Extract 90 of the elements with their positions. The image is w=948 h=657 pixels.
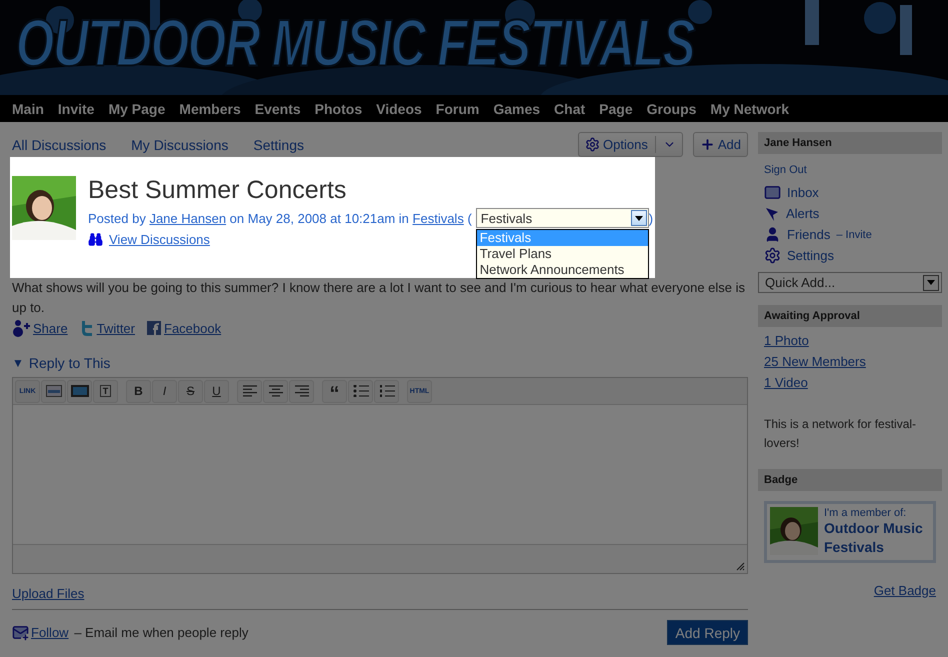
nav-link[interactable]: Photos [314,100,362,116]
sidebar-link[interactable]: Settings [758,245,942,266]
binoculars-icon [88,232,103,247]
toolbar-button[interactable] [41,380,66,402]
toolbar-button[interactable] [237,380,262,402]
add-button[interactable]: Add [692,132,748,157]
get-badge-link[interactable]: Get Badge [874,583,936,598]
gear-icon [585,137,600,152]
discussion-tab[interactable]: Settings [253,136,304,152]
nav-link[interactable]: Groups [646,100,696,116]
person-plus-icon [12,319,30,337]
author-link[interactable]: Jane Hansen [149,210,226,226]
sidebar-heading: Awaiting Approval [758,305,942,327]
toolbar-button[interactable]: T [93,380,118,402]
nav-link[interactable]: Main [12,100,44,116]
toolbar-button[interactable]: I [152,380,177,402]
film-icon [70,385,88,397]
share-link[interactable]: Twitter [96,320,135,336]
align-left-icon [242,385,256,397]
mail-plus-icon [12,624,29,641]
post-meta-text: Posted by [88,210,147,226]
share-link[interactable]: Share [33,320,68,336]
network-description: This is a network for festival-lovers! [764,416,918,452]
paren-text: ( [466,210,472,226]
mail-icon [764,184,781,201]
person-icon [764,226,781,243]
dropdown-option[interactable]: Network Announcements [476,262,648,278]
toolbar-button[interactable] [289,380,314,402]
discussion-tab[interactable]: All Discussions [12,136,106,152]
badge-caption: I'm a member of: [824,507,908,519]
follow-link[interactable]: Follow [31,625,69,640]
plus-icon [700,137,715,152]
category-select[interactable]: Festivals [476,208,649,228]
sign-out-link[interactable]: Sign Out [764,164,936,176]
follow-note: – Email me when people reply [73,625,248,640]
discussion-body: What shows will you be going to this summer? I know there are a lot I want to see and I'm curious to hear what everyone else is up to. [12,279,746,317]
sidebar-link[interactable]: Friends – Invite [758,224,942,245]
toolbar-button[interactable] [348,380,373,402]
sidebar-heading: Badge [758,469,942,491]
toolbar-button[interactable]: U [204,380,229,402]
toolbar-button[interactable] [374,380,399,402]
options-button[interactable]: Options [578,132,683,157]
post-meta-text: on May 28, 2008 at 10:21am in [228,210,410,226]
image-icon [46,385,62,397]
nav-link[interactable]: Events [254,100,301,116]
bird-icon [80,320,94,336]
discussion-tab[interactable]: My Discussions [131,136,228,152]
bullet-list-icon [352,385,368,397]
gear-icon [764,247,781,264]
dropdown-option[interactable]: Travel Plans [476,246,648,262]
toolbar-button[interactable]: S [178,380,203,402]
sidebar-link[interactable]: Alerts [758,203,942,224]
toolbar-button[interactable] [263,380,288,402]
align-right-icon [294,385,308,397]
nav-link[interactable]: Chat [554,100,586,116]
paren-text: ) [648,210,654,226]
reply-heading[interactable]: Reply to This [28,355,110,371]
nav-link[interactable]: My Page [108,100,166,116]
sidebar-heading: Jane Hansen [758,132,942,154]
toggle-arrow[interactable]: ▼ [12,356,24,370]
quick-add-select[interactable]: Quick Add... [758,272,942,293]
numbered-list-icon [378,385,394,397]
nav-link[interactable]: Videos [376,100,422,116]
approval-link[interactable]: 1 Video [764,375,936,390]
facebook-icon [147,321,161,335]
dropdown-option[interactable]: Festivals [476,230,648,246]
badge-network-name: Outdoor Music Festivals [824,519,924,557]
caret-icon [634,216,643,220]
member-badge[interactable]: I'm a member of: Outdoor Music Festivals [764,501,936,563]
toolbar-button[interactable] [67,380,92,402]
sidebar-link[interactable]: Inbox [758,182,942,203]
toolbar-button[interactable]: B [126,380,151,402]
resize-grip-icon[interactable] [736,562,745,571]
align-center-icon [268,385,282,397]
caret-icon [927,280,935,285]
toolbar-button[interactable]: “ [322,380,347,402]
share-link[interactable]: Facebook [164,320,222,336]
category-link[interactable]: Festivals [412,210,464,226]
nav-link[interactable]: Forum [436,100,480,116]
nav-link[interactable]: Invite [58,100,94,116]
nav-link[interactable]: Games [493,100,540,116]
approval-link[interactable]: 25 New Members [764,354,936,369]
discussion-title: Best Summer Concerts [88,176,348,204]
approval-link[interactable]: 1 Photo [764,333,936,348]
nav-link[interactable]: My Network [710,100,789,116]
add-reply-button[interactable]: Add Reply [667,620,748,645]
upload-files-link[interactable]: Upload Files [12,586,84,601]
view-discussions-link[interactable]: View Discussions [109,232,210,247]
nav-link[interactable]: Members [179,100,241,116]
nav-link[interactable]: Page [599,100,633,116]
